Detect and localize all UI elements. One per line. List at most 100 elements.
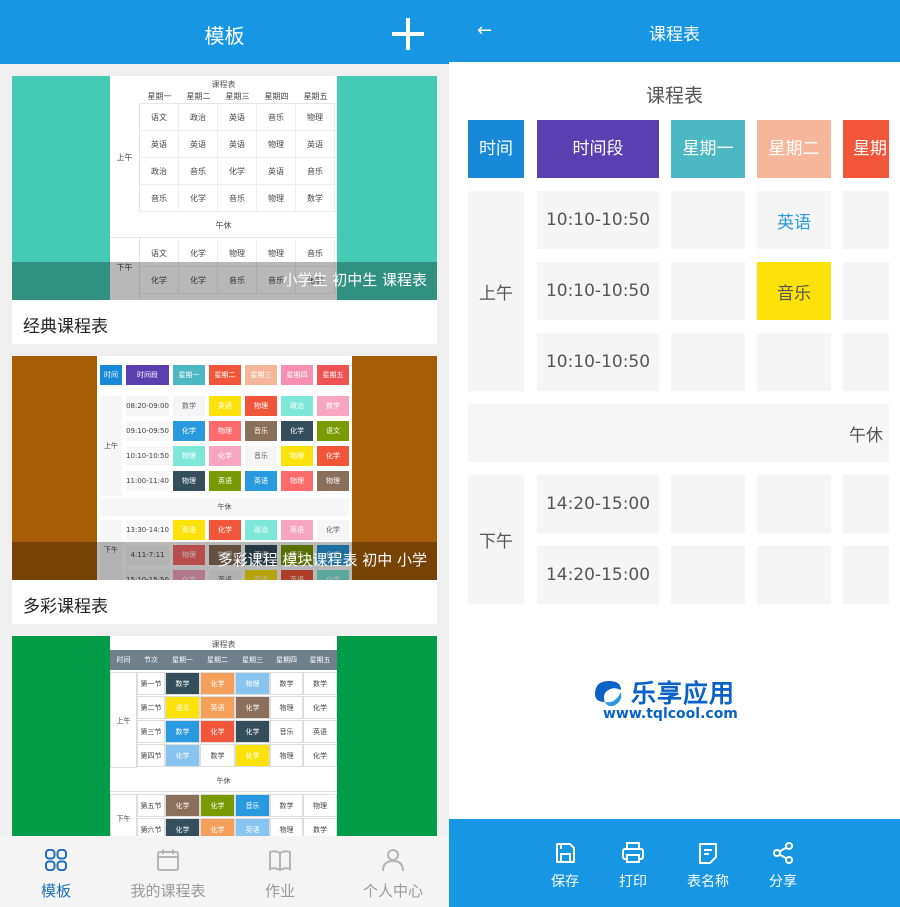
preview-cell: 物理 bbox=[257, 131, 296, 158]
col-header-monday[interactable]: 星期一 bbox=[671, 120, 745, 178]
preview-cell: 音乐 bbox=[245, 421, 277, 441]
template-thumbnail: 时间 时间段 星期一 星期二 星期三 星期四 星期五 上午 午休 下午 08:20-09:00 数学英… bbox=[12, 356, 437, 580]
bottom-tab-bar: 模板 我的课程表 作业 个人中心 bbox=[0, 836, 449, 907]
grid-icon bbox=[45, 849, 67, 871]
preview-cell: 化学 bbox=[235, 696, 270, 719]
preview-cell: 数学 bbox=[200, 744, 235, 767]
rename-button[interactable]: 表名称 bbox=[678, 819, 738, 907]
time-slot-cell[interactable]: 10:10-10:50 bbox=[537, 262, 659, 320]
course-cell[interactable] bbox=[843, 333, 889, 391]
add-icon[interactable] bbox=[392, 18, 424, 50]
preview-period-cell: 第三节 bbox=[137, 720, 165, 743]
course-cell[interactable] bbox=[757, 333, 831, 391]
preview-afternoon-label: 下午 bbox=[110, 794, 137, 842]
preview-title: 课程表 bbox=[211, 80, 236, 89]
course-cell[interactable] bbox=[671, 475, 745, 533]
col-header-wednesday[interactable]: 星期 bbox=[843, 120, 889, 178]
screen: 模板 课程表 星期一 星期二 星期三 星期四 星期五 上午 语文 政治 英语 音乐 物理 英语 英语 英语… bbox=[0, 0, 900, 907]
preview-cell: 音乐 bbox=[179, 158, 218, 185]
preview-col-header: 星期三 bbox=[235, 650, 270, 670]
preview-col-header: 时间 bbox=[100, 365, 122, 385]
afternoon-label: 下午 bbox=[468, 475, 524, 604]
preview-cell: 物理 bbox=[270, 696, 303, 719]
course-cell[interactable] bbox=[843, 546, 889, 604]
preview-cell: 数学 bbox=[303, 672, 337, 695]
preview-cell: 数学 bbox=[173, 396, 205, 416]
share-button[interactable]: 分享 bbox=[753, 819, 813, 907]
tab-templates[interactable]: 模板 bbox=[0, 836, 112, 907]
preview-cell: 数学 bbox=[270, 794, 303, 817]
preview-period-cell: 第一节 bbox=[137, 672, 165, 695]
course-cell[interactable]: 英语 bbox=[757, 191, 831, 249]
preview-cell: 化学 bbox=[281, 421, 313, 441]
printer-icon bbox=[622, 842, 644, 863]
col-header-period[interactable]: 时间段 bbox=[537, 120, 659, 178]
preview-cell: 化学 bbox=[200, 720, 235, 743]
tab-label: 我的课程表 bbox=[130, 882, 206, 900]
preview-day-header: 星期三 bbox=[218, 90, 257, 104]
course-cell[interactable] bbox=[757, 475, 831, 533]
preview-cell: 政治 bbox=[245, 520, 277, 540]
tab-label: 个人中心 bbox=[362, 882, 423, 900]
preview-cell: 物理 bbox=[317, 471, 349, 491]
course-cell[interactable] bbox=[843, 191, 889, 249]
preview-morning-label: 上午 bbox=[100, 396, 122, 496]
preview-cell: 数学 bbox=[296, 185, 335, 212]
time-slot-cell[interactable]: 14:20-15:00 bbox=[537, 546, 659, 604]
template-card-classic[interactable]: 课程表 星期一 星期二 星期三 星期四 星期五 上午 语文 政治 英语 音乐 物理 英语 英语 英语 物理英… bbox=[12, 76, 437, 344]
preview-cell: 语文 bbox=[165, 696, 200, 719]
time-slot-cell[interactable]: 10:10-10:50 bbox=[537, 191, 659, 249]
preview-cell: 物理 bbox=[270, 744, 303, 767]
preview-period-cell: 第四节 bbox=[137, 744, 165, 767]
course-cell[interactable] bbox=[843, 475, 889, 533]
timetable-title[interactable]: 课程表 bbox=[449, 81, 900, 108]
tab-my-timetable[interactable]: 我的课程表 bbox=[112, 836, 224, 907]
template-card-table[interactable]: 课程表 时间 节次 星期一 星期二 星期三 星期四 星期五 上午 午休 下午 第一节 数学 化学 物理 数学… bbox=[12, 636, 437, 846]
course-cell[interactable] bbox=[671, 191, 745, 249]
preview-period-cell: 第五节 bbox=[137, 794, 165, 817]
preview-cell: 化学 bbox=[209, 520, 241, 540]
person-icon bbox=[382, 849, 404, 872]
preview-day-header: 星期一 bbox=[140, 90, 179, 104]
save-button[interactable]: 保存 bbox=[535, 819, 595, 907]
preview-cell: 语文 bbox=[140, 104, 179, 131]
course-cell[interactable] bbox=[671, 262, 745, 320]
template-thumbnail: 课程表 星期一 星期二 星期三 星期四 星期五 上午 语文 政治 英语 音乐 物理 英语 英语 英语 物理英… bbox=[12, 76, 437, 300]
preview-cell: 音乐 bbox=[245, 446, 277, 466]
preview-noon-label: 午休 bbox=[100, 498, 349, 516]
preview-cell: 物理 bbox=[235, 672, 270, 695]
col-header-time[interactable]: 时间 bbox=[468, 120, 524, 178]
course-cell[interactable] bbox=[757, 546, 831, 604]
preview-cell: 英语 bbox=[173, 520, 205, 540]
preview-col-header: 星期四 bbox=[270, 650, 303, 670]
morning-label: 上午 bbox=[468, 191, 524, 391]
preview-day-header: 星期五 bbox=[296, 90, 335, 104]
col-header-tuesday[interactable]: 星期二 bbox=[757, 120, 831, 178]
preview-period-cell: 第二节 bbox=[137, 696, 165, 719]
lunch-break-row[interactable]: 午休 bbox=[468, 404, 889, 462]
template-tags: 多彩课程 模块课程表 初中 小学 bbox=[217, 551, 427, 569]
preview-cell: 数学 bbox=[165, 720, 200, 743]
print-button[interactable]: 打印 bbox=[603, 819, 663, 907]
preview-cell: 英语 bbox=[209, 396, 241, 416]
tab-homework[interactable]: 作业 bbox=[224, 836, 336, 907]
page-title: 模板 bbox=[204, 24, 245, 48]
preview-time-cell: 10:10-10:50 bbox=[126, 446, 169, 466]
preview-col-header: 星期二 bbox=[209, 365, 241, 385]
preview-cell: 政治 bbox=[140, 158, 179, 185]
preview-cell: 化学 bbox=[173, 421, 205, 441]
tab-profile[interactable]: 个人中心 bbox=[337, 836, 449, 907]
preview-cell: 音乐 bbox=[140, 185, 179, 212]
preview-cell: 英语 bbox=[245, 471, 277, 491]
course-cell[interactable] bbox=[671, 546, 745, 604]
course-cell[interactable] bbox=[843, 262, 889, 320]
template-card-colorful[interactable]: 时间 时间段 星期一 星期二 星期三 星期四 星期五 上午 午休 下午 08:20-09:00 数学英… bbox=[12, 356, 437, 624]
timetable-editor-screen: ← 课程表 课程表 时间 时间段 星期一 星期二 星期 上午 10:10-10:… bbox=[449, 0, 900, 907]
time-slot-cell[interactable]: 10:10-10:50 bbox=[537, 333, 659, 391]
course-cell[interactable]: 音乐 bbox=[757, 262, 831, 320]
time-slot-cell[interactable]: 14:20-15:00 bbox=[537, 475, 659, 533]
preview-col-header: 时间 bbox=[110, 650, 137, 670]
preview-cell: 物理 bbox=[281, 446, 313, 466]
preview-cell: 物理 bbox=[173, 471, 205, 491]
course-cell[interactable] bbox=[671, 333, 745, 391]
